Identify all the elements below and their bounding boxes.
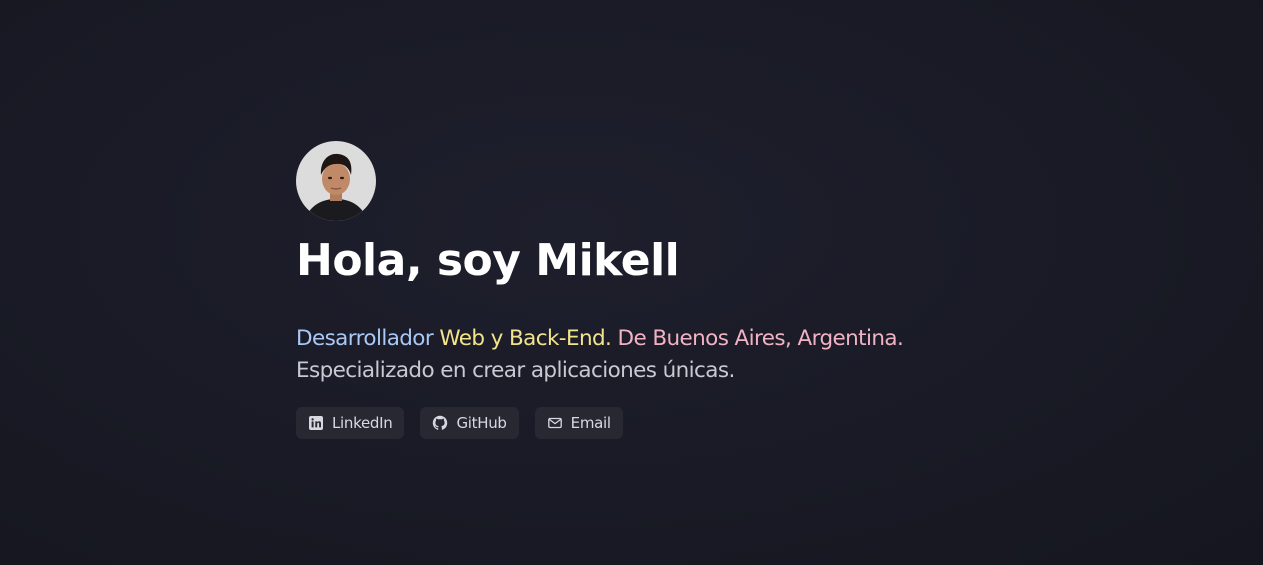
linkedin-icon xyxy=(308,415,324,431)
email-link[interactable]: Email xyxy=(534,407,623,439)
github-link[interactable]: GitHub xyxy=(420,407,519,439)
github-label: GitHub xyxy=(456,414,507,432)
email-label: Email xyxy=(570,414,611,432)
avatar-photo-icon xyxy=(296,141,376,221)
intro-description: Desarrollador Web y Back-End. De Buenos … xyxy=(296,323,1056,387)
page-title: Hola, soy Mikell xyxy=(296,235,680,286)
linkedin-link[interactable]: LinkedIn xyxy=(296,407,405,439)
github-icon xyxy=(432,415,448,431)
specialty-text: Especializado en crear aplicaciones únic… xyxy=(296,358,735,383)
avatar xyxy=(296,141,376,221)
stack-text: Web y Back-End. xyxy=(439,326,612,351)
role-text: Desarrollador xyxy=(296,326,434,351)
location-text: De Buenos Aires, Argentina. xyxy=(617,326,904,351)
social-links: LinkedIn GitHub Email xyxy=(296,407,1056,439)
mail-icon xyxy=(547,415,563,431)
hero-section: Hola, soy Mikell Desarrollador Web y Bac… xyxy=(296,141,1056,439)
linkedin-label: LinkedIn xyxy=(332,414,393,432)
